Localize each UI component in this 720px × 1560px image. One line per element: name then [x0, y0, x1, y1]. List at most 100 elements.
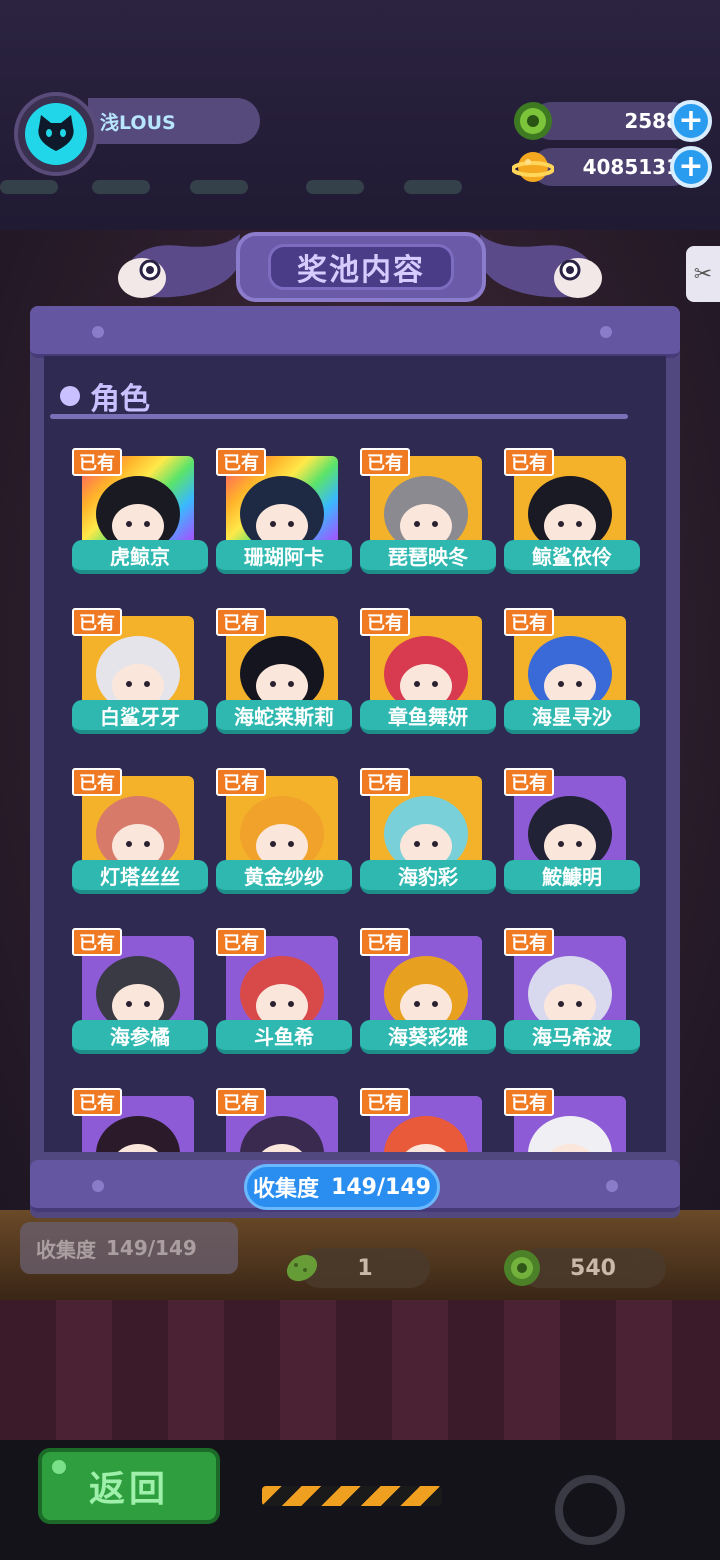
character-card[interactable]: 已有 海豹彩: [360, 768, 496, 902]
character-card[interactable]: 已有 海葵彩雅: [360, 928, 496, 1062]
hazard-stripe: [262, 1486, 442, 1506]
owned-badge: 已有: [504, 608, 554, 636]
collection-value: 149/149: [331, 1174, 431, 1200]
character-card[interactable]: 已有 黄金纱纱: [216, 768, 352, 902]
owned-badge: 已有: [72, 608, 122, 636]
player-name: 浅LOUS: [100, 111, 176, 134]
character-card[interactable]: 已有 鮟鱇明: [504, 768, 640, 902]
owned-badge: 已有: [72, 768, 122, 796]
owned-badge: 已有: [216, 608, 266, 636]
back-button[interactable]: 返回: [38, 1448, 220, 1524]
character-name: 斗鱼希: [216, 1020, 352, 1054]
owned-badge: 已有: [72, 928, 122, 956]
owned-badge: 已有: [360, 768, 410, 796]
panel-top-rod: [30, 306, 680, 358]
owned-badge: 已有: [216, 928, 266, 956]
light-strip: [0, 180, 58, 194]
currency-bar: 2588: [532, 102, 692, 140]
character-name: 海马希波: [504, 1020, 640, 1054]
background-collection-label: 收集度: [36, 1237, 96, 1262]
character-card[interactable]: 已有 琵琶映冬: [360, 448, 496, 582]
section-header: 角色: [60, 374, 150, 418]
character-name: 海葵彩雅: [360, 1020, 496, 1054]
character-card[interactable]: 已有 海星寻沙: [504, 608, 640, 742]
cat-face-icon: [25, 103, 87, 165]
machine-ring: [555, 1475, 625, 1545]
owned-badge: 已有: [360, 1088, 410, 1116]
character-card[interactable]: 已有 珊瑚阿卡: [216, 448, 352, 582]
character-name: 海豹彩: [360, 860, 496, 894]
collection-progress: 收集度 149/149: [244, 1164, 440, 1210]
green-pickle-icon: [286, 1254, 318, 1282]
scissors-icon[interactable]: ✂: [686, 246, 720, 302]
player-name-bar: 浅LOUS: [88, 98, 260, 144]
back-button-label: 返回: [88, 1469, 169, 1510]
add-green-coin-button[interactable]: +: [670, 100, 712, 142]
character-card[interactable]: 已有 斗鱼希: [216, 928, 352, 1062]
character-name: 白鲨牙牙: [72, 700, 208, 734]
bullet-dot-icon: [60, 386, 80, 406]
character-card[interactable]: 已有 海马希波: [504, 928, 640, 1062]
character-card[interactable]: 已有 白鲨牙牙: [72, 608, 208, 742]
owned-badge: 已有: [504, 1088, 554, 1116]
collection-label: 收集度: [253, 1177, 320, 1202]
background-collection-plate: 收集度 149/149: [20, 1222, 238, 1274]
character-card[interactable]: 已有 灯塔丝丝: [72, 768, 208, 902]
price-single-value: 1: [357, 1255, 373, 1281]
character-name: 灯塔丝丝: [72, 860, 208, 894]
character-name: 鮟鱇明: [504, 860, 640, 894]
section-title: 角色: [90, 382, 150, 417]
currency-bar: 4085131: [532, 148, 692, 186]
light-strip: [404, 180, 462, 194]
character-name: 琵琶映冬: [360, 540, 496, 574]
owned-badge: 已有: [72, 448, 122, 476]
currency-gold-coin: 4085131 +: [512, 146, 712, 188]
owned-badge: 已有: [216, 1088, 266, 1116]
title-inner: 奖池内容: [268, 244, 454, 290]
character-card[interactable]: 已有 虎鲸京: [72, 448, 208, 582]
gold-coin-amount: 4085131: [582, 155, 680, 179]
owned-badge: 已有: [216, 768, 266, 796]
green-coin-icon: [514, 102, 552, 140]
character-name: 海星寻沙: [504, 700, 640, 734]
green-coin-icon: [504, 1250, 540, 1286]
light-strip: [306, 180, 364, 194]
owned-badge: 已有: [216, 448, 266, 476]
character-name: 海蛇莱斯莉: [216, 700, 352, 734]
price-multi-value: 540: [570, 1255, 616, 1281]
section-divider: [50, 414, 628, 419]
character-card[interactable]: 已有: [360, 1088, 490, 1152]
rivet: [92, 326, 104, 338]
rivet: [600, 326, 612, 338]
rivet: [606, 1180, 618, 1192]
character-name: 珊瑚阿卡: [216, 540, 352, 574]
fish-ornament-icon: [118, 234, 240, 298]
currency-green-coin: 2588 +: [512, 100, 712, 142]
add-gold-coin-button[interactable]: +: [670, 146, 712, 188]
character-card[interactable]: 已有 海参橘: [72, 928, 208, 1062]
character-name: 黄金纱纱: [216, 860, 352, 894]
price-tag-multi: 540: [504, 1248, 666, 1288]
panel-content[interactable]: 角色 已有 虎鲸京 已有 珊瑚阿卡 已有 琵琶映冬 已有 鲸鲨依伶 已有 白鲨牙牙 已有 海蛇莱斯莉已…: [44, 356, 666, 1152]
rivet: [92, 1180, 104, 1192]
character-card[interactable]: 已有: [72, 1088, 202, 1152]
character-card[interactable]: 已有: [504, 1088, 634, 1152]
owned-badge: 已有: [504, 768, 554, 796]
character-card[interactable]: 已有: [216, 1088, 346, 1152]
character-card[interactable]: 已有 海蛇莱斯莉: [216, 608, 352, 742]
gold-planet-coin-icon: [512, 152, 554, 182]
price-tag-single: 1: [286, 1248, 430, 1288]
character-card[interactable]: 已有 鲸鲨依伶: [504, 448, 640, 582]
character-name: 章鱼舞妍: [360, 700, 496, 734]
character-name: 虎鲸京: [72, 540, 208, 574]
fish-ornament-icon: [480, 234, 602, 298]
owned-badge: 已有: [504, 928, 554, 956]
player-avatar[interactable]: [14, 92, 98, 176]
title-banner: 奖池内容: [236, 232, 486, 302]
owned-badge: 已有: [360, 608, 410, 636]
page-title: 奖池内容: [297, 253, 425, 288]
character-card[interactable]: 已有 章鱼舞妍: [360, 608, 496, 742]
character-name: 鲸鲨依伶: [504, 540, 640, 574]
owned-badge: 已有: [360, 448, 410, 476]
light-strip: [92, 180, 150, 194]
